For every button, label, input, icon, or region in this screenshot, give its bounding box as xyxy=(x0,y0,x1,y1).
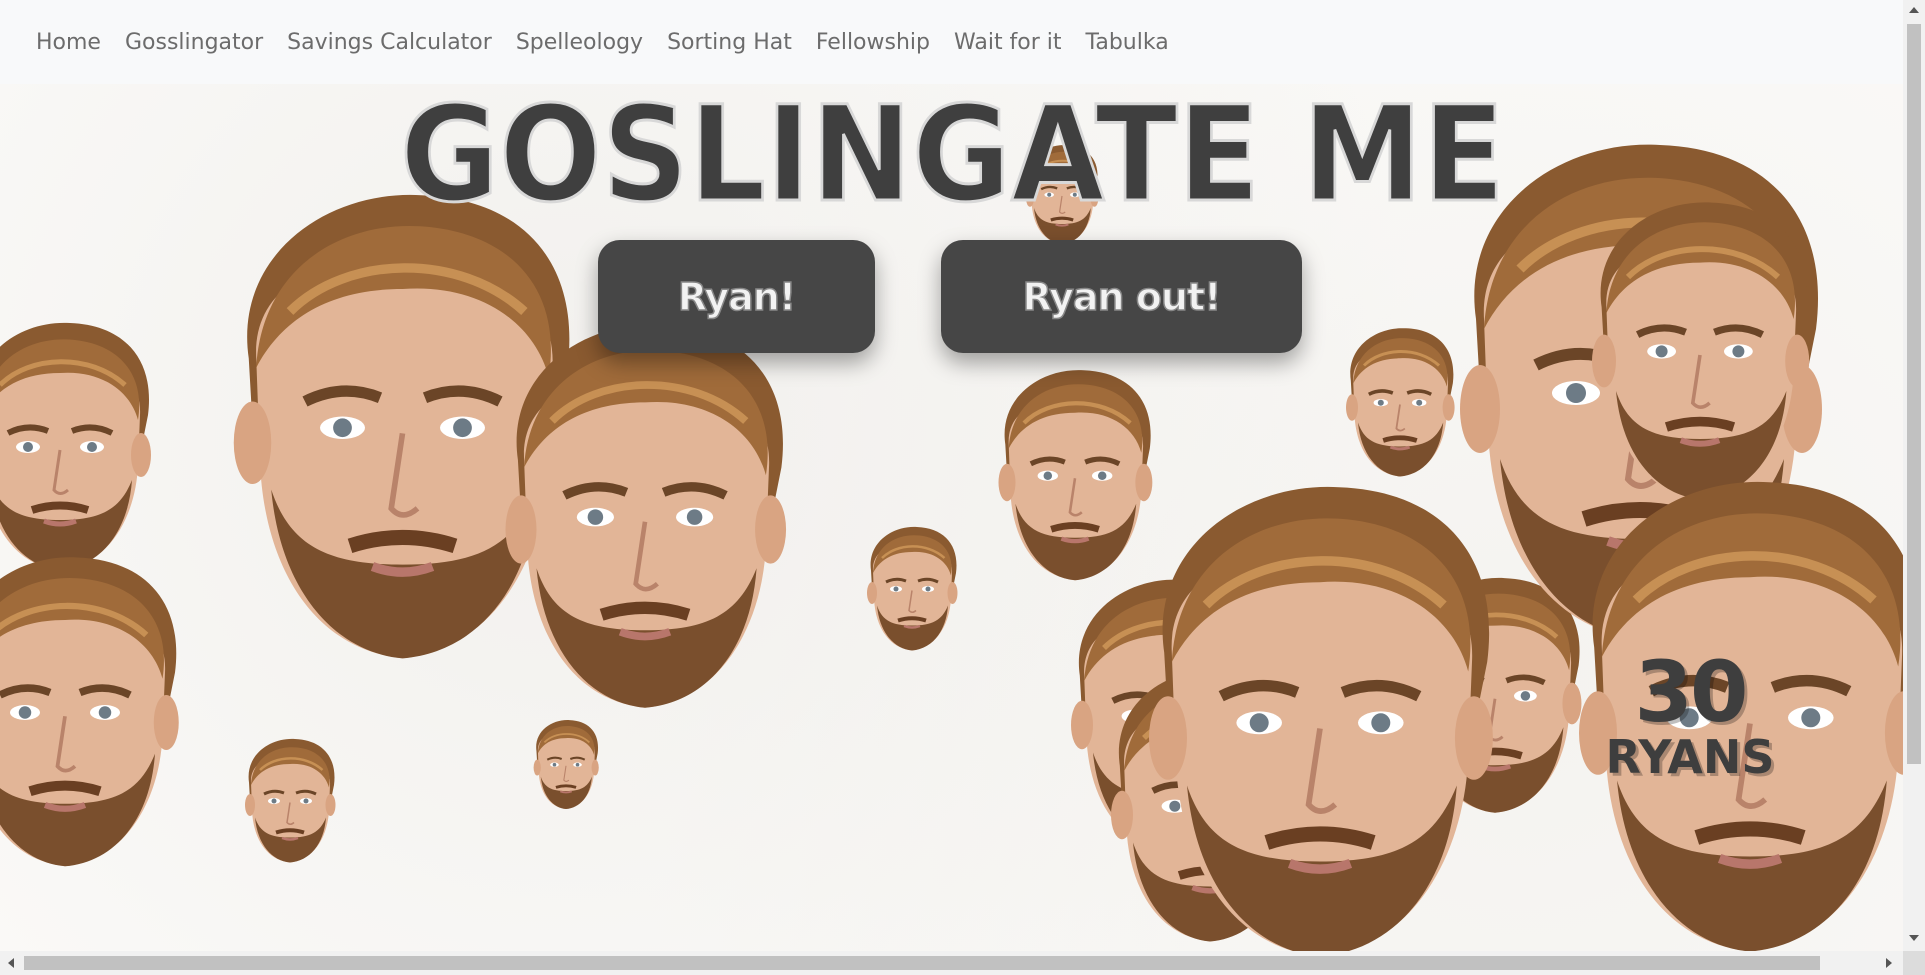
ryan-count-unit: RYANS xyxy=(1605,730,1775,784)
scroll-right-icon[interactable] xyxy=(1886,958,1892,968)
remove-ryan-button-label: Ryan out! xyxy=(1022,274,1222,320)
ryan-stage xyxy=(0,84,1903,951)
top-navbar: Home Gosslingator Savings Calculator Spe… xyxy=(0,0,1903,84)
add-ryan-button-label: Ryan! xyxy=(677,274,797,320)
nav-link-tabulka[interactable]: Tabulka xyxy=(1074,30,1181,55)
ryan-count-value: 30 xyxy=(1634,643,1749,741)
horizontal-scrollbar[interactable] xyxy=(0,951,1925,975)
nav-link-wait-for-it[interactable]: Wait for it xyxy=(942,30,1074,55)
ryan-face-icon xyxy=(240,734,340,866)
vertical-scroll-thumb[interactable] xyxy=(1907,24,1921,764)
nav-link-fellowship[interactable]: Fellowship xyxy=(804,30,942,55)
nav-link-savings-calculator[interactable]: Savings Calculator xyxy=(275,30,504,55)
scroll-left-icon[interactable] xyxy=(8,958,14,968)
nav-link-sorting-hat[interactable]: Sorting Hat xyxy=(655,30,804,55)
page-title: GOSLINGATE ME xyxy=(395,92,1515,212)
remove-ryan-button[interactable]: Ryan out! xyxy=(941,240,1302,353)
vertical-scrollbar[interactable] xyxy=(1903,0,1925,951)
scroll-down-icon[interactable] xyxy=(1909,935,1919,941)
nav-link-spelleology[interactable]: Spelleology xyxy=(504,30,655,55)
nav-link-gosslingator[interactable]: Gosslingator xyxy=(113,30,275,55)
ryan-face-icon xyxy=(0,540,190,880)
ryan-face-icon xyxy=(862,518,962,658)
svg-text:GOSLINGATE ME: GOSLINGATE ME xyxy=(400,92,1505,212)
nav-link-home[interactable]: Home xyxy=(24,30,113,55)
ryan-face-icon xyxy=(1130,469,1510,951)
horizontal-scroll-thumb[interactable] xyxy=(24,956,1820,970)
scroll-up-icon[interactable] xyxy=(1909,7,1919,13)
ryan-face-icon xyxy=(490,304,800,724)
ryan-face-icon xyxy=(530,714,602,814)
add-ryan-button[interactable]: Ryan! xyxy=(598,240,875,353)
scrollbar-corner xyxy=(1903,951,1925,975)
ryan-counter: 30 RYANS xyxy=(1590,650,1790,780)
